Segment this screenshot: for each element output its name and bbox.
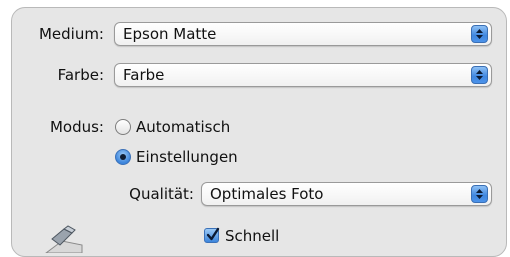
radio-selected-dot xyxy=(120,154,126,160)
farbe-value: Farbe xyxy=(123,66,165,84)
modus-label: Modus: xyxy=(49,118,104,136)
radio-automatisch[interactable] xyxy=(115,119,131,135)
radio-einstellungen-label[interactable]: Einstellungen xyxy=(136,147,238,167)
medium-stepper-icon xyxy=(471,25,488,43)
radio-automatisch-label[interactable]: Automatisch xyxy=(136,117,230,137)
qualitaet-label: Qualität: xyxy=(129,185,194,203)
medium-popup[interactable]: Epson Matte xyxy=(114,22,492,46)
ink-cartridge-icon xyxy=(45,225,83,253)
schnell-label[interactable]: Schnell xyxy=(225,226,279,246)
radio-einstellungen[interactable] xyxy=(115,149,131,165)
qualitaet-popup[interactable]: Optimales Foto xyxy=(201,182,492,206)
farbe-stepper-icon xyxy=(471,66,488,84)
qualitaet-stepper-icon xyxy=(471,185,488,203)
medium-label: Medium: xyxy=(38,25,104,43)
farbe-popup[interactable]: Farbe xyxy=(114,63,492,87)
qualitaet-value: Optimales Foto xyxy=(210,185,324,203)
medium-value: Epson Matte xyxy=(123,25,217,43)
schnell-checkbox[interactable] xyxy=(204,227,220,243)
farbe-label: Farbe: xyxy=(57,66,104,84)
